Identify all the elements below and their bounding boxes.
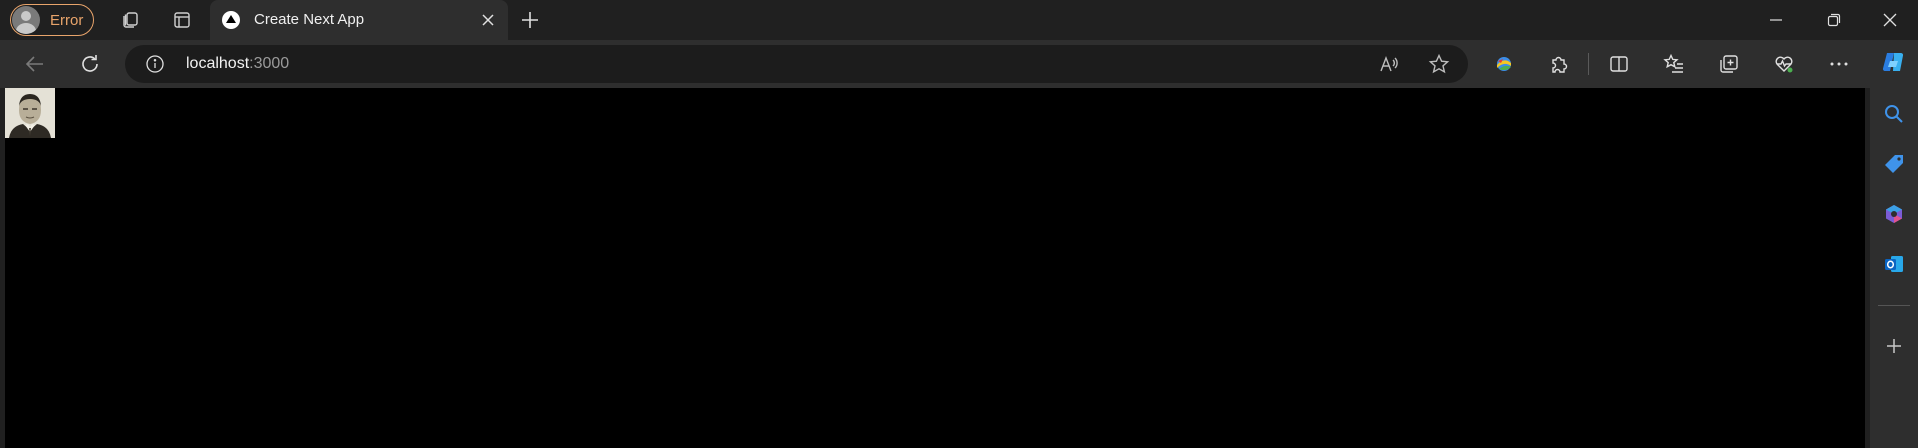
colorful-extension-icon[interactable] <box>1488 48 1520 80</box>
outlook-icon[interactable] <box>1878 248 1910 280</box>
close-icon[interactable] <box>476 8 500 32</box>
url-port: :3000 <box>249 55 290 72</box>
profile-label: Error <box>50 11 84 29</box>
favorites-list-icon[interactable] <box>1658 48 1690 80</box>
tab-create-next-app[interactable]: Create Next App <box>210 0 508 40</box>
more-icon[interactable] <box>1823 48 1855 80</box>
toolbar: localhost:3000 <box>0 40 1870 88</box>
restore-icon[interactable] <box>1818 4 1850 36</box>
url-host: localhost <box>186 55 250 72</box>
avatar <box>12 6 40 34</box>
back-arrow-icon[interactable] <box>19 48 51 80</box>
copilot-icon[interactable] <box>1878 46 1910 78</box>
sidebar-divider <box>1878 305 1910 306</box>
page-viewport <box>5 88 1865 448</box>
search-icon[interactable] <box>1878 98 1910 130</box>
star-icon[interactable] <box>1423 48 1455 80</box>
edge-sidebar <box>1870 40 1918 448</box>
title-bar: Error Create Next App <box>0 0 1918 40</box>
plus-icon[interactable] <box>514 4 546 36</box>
collections-icon[interactable] <box>1713 48 1745 80</box>
toolbar-divider <box>1588 53 1589 75</box>
nextjs-triangle-icon <box>222 11 240 29</box>
portrait-image <box>5 88 55 138</box>
workspaces-icon[interactable] <box>114 4 146 36</box>
tab-title: Create Next App <box>254 11 365 28</box>
puzzle-icon[interactable] <box>1543 48 1575 80</box>
plus-icon[interactable] <box>1878 330 1910 362</box>
profile-button[interactable]: Error <box>10 4 94 36</box>
minimize-icon[interactable] <box>1760 4 1792 36</box>
split-screen-icon[interactable] <box>1603 48 1635 80</box>
info-icon[interactable] <box>145 54 165 74</box>
address-bar[interactable]: localhost:3000 <box>125 45 1468 83</box>
refresh-icon[interactable] <box>74 48 106 80</box>
m365-icon[interactable] <box>1878 198 1910 230</box>
close-window-icon[interactable] <box>1874 4 1906 36</box>
heart-pulse-icon[interactable] <box>1768 48 1800 80</box>
url-text[interactable]: localhost:3000 <box>186 55 289 73</box>
tag-icon[interactable] <box>1878 148 1910 180</box>
read-aloud-icon[interactable] <box>1373 48 1405 80</box>
vertical-tabs-icon[interactable] <box>166 4 198 36</box>
